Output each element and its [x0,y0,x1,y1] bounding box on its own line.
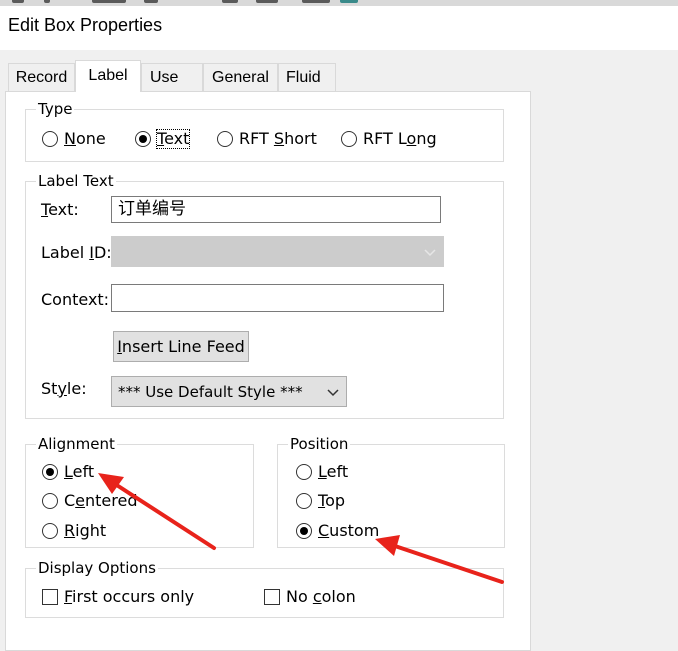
annotation-arrow-alignment [98,473,216,550]
tab-label[interactable]: Label [75,60,141,92]
annotation-arrow-position [375,535,504,584]
annotation-arrows [98,473,504,584]
